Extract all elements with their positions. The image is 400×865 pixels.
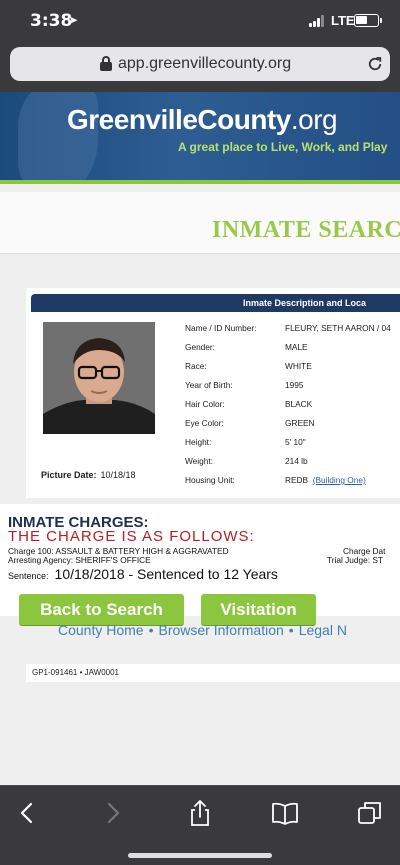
visitation-button[interactable]: Visitation	[201, 594, 316, 625]
field-label-eye-color: Eye Color:	[185, 418, 224, 428]
field-label-housing-unit: Housing Unit:	[185, 475, 235, 485]
field-value-name: FLEURY, SETH AARON / 04	[285, 323, 391, 333]
share-icon[interactable]	[185, 798, 215, 828]
status-bar: 3:38 ➤ LTE	[0, 0, 400, 42]
back-icon[interactable]	[12, 798, 42, 828]
location-arrow-icon: ➤	[68, 13, 79, 27]
browser-information-link[interactable]: Browser Information	[159, 622, 284, 638]
field-value-weight: 214 lb	[285, 456, 308, 466]
inmate-photo	[43, 322, 155, 434]
field-value-race: WHITE	[285, 361, 312, 371]
field-value-gender: MALE	[285, 342, 308, 352]
charges-subtitle: THE CHARGE IS AS FOLLOWS:	[8, 528, 255, 545]
field-label-gender: Gender:	[185, 342, 215, 352]
field-value-eye-color: GREEN	[285, 418, 315, 428]
arresting-agency: Arresting Agency: SHERIFF'S OFFICE	[8, 555, 151, 565]
panel-header: Inmate Description and Loca	[31, 294, 400, 312]
picture-date-label: Picture Date:	[41, 470, 97, 480]
picture-date-value: 10/18/18	[100, 470, 136, 480]
tabs-icon[interactable]	[355, 798, 385, 828]
battery-tip	[380, 18, 382, 23]
brand-name: GreenvilleCounty	[67, 104, 291, 135]
legal-notices-link[interactable]: Legal N	[299, 622, 347, 638]
housing-unit-code: REDB	[285, 475, 309, 485]
sentence-label: Sentence:	[8, 571, 49, 581]
lock-icon	[100, 56, 112, 71]
county-home-link[interactable]: County Home	[58, 622, 144, 638]
battery-icon	[354, 14, 379, 27]
site-banner[interactable]: GreenvilleCounty.org A great place to Li…	[0, 92, 400, 180]
brand-suffix: .org	[290, 104, 338, 135]
footer-separator: •	[148, 622, 154, 638]
address-bar[interactable]: app.greenvillecounty.org	[10, 47, 390, 81]
banner-divider	[0, 180, 400, 184]
page-title: INMATE SEARC	[212, 217, 400, 243]
record-codes: GP1-091461 • JAW0001	[26, 664, 400, 682]
signal-strength-icon	[309, 15, 327, 27]
field-label-hair-color: Hair Color:	[185, 399, 225, 409]
site-logo[interactable]: GreenvilleCounty.org	[67, 104, 338, 136]
footer-separator: •	[288, 622, 294, 638]
field-value-housing-unit: REDB (Building One)	[285, 475, 366, 485]
field-label-weight: Weight:	[185, 456, 213, 466]
sentence-value: 10/18/2018 - Sentenced to 12 Years	[54, 566, 278, 582]
field-value-height: 5' 10"	[285, 437, 306, 447]
url-text[interactable]: app.greenvillecounty.org	[118, 55, 291, 73]
field-label-race: Race:	[185, 361, 207, 371]
back-to-search-button[interactable]: Back to Search	[19, 594, 184, 625]
trial-judge-label: Trial Judge: ST	[327, 555, 383, 565]
title-band: INMATE SEARC	[0, 192, 400, 254]
building-link[interactable]: (Building One)	[313, 475, 366, 485]
sentence: Sentence: 10/18/2018 - Sentenced to 12 Ye…	[8, 566, 278, 582]
network-type: LTE	[331, 13, 355, 28]
site-tagline: A great place to Live, Work, and Play	[178, 140, 388, 154]
field-value-year-of-birth: 1995	[285, 380, 304, 390]
home-indicator[interactable]	[128, 853, 272, 858]
field-label-year-of-birth: Year of Birth:	[185, 380, 233, 390]
field-value-hair-color: BLACK	[285, 399, 313, 409]
inmate-description-panel: Inmate Description and Loca Picture Date…	[26, 288, 400, 498]
web-page: GreenvilleCounty.org A great place to Li…	[0, 92, 400, 785]
status-time: 3:38	[30, 11, 73, 31]
reload-icon[interactable]	[366, 55, 384, 73]
bookmarks-icon[interactable]	[270, 798, 300, 828]
footer-links: County Home • Browser Information • Legal N	[58, 622, 347, 638]
field-label-height: Height:	[185, 437, 212, 447]
picture-date: Picture Date: 10/18/18	[41, 470, 136, 480]
forward-icon[interactable]	[98, 798, 128, 828]
field-label-name: Name / ID Number:	[185, 323, 257, 333]
